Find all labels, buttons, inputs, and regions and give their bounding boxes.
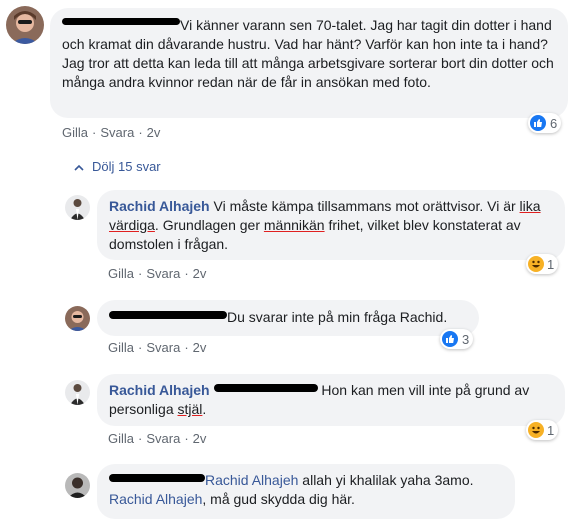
reaction-count[interactable]: 1: [526, 254, 559, 274]
haha-icon: [528, 422, 544, 438]
haha-icon: [528, 256, 544, 272]
comment-actions: Gilla · Svara · 2v: [62, 125, 161, 140]
reply-actions: Gilla · Svara · 2v: [108, 266, 207, 281]
reply-bubble: Rachid Alhajeh Vi måste kämpa tillsamman…: [97, 190, 565, 260]
chevron-up-icon: [74, 159, 84, 174]
redacted-mention: [213, 384, 318, 393]
like-button[interactable]: Gilla: [108, 431, 134, 446]
avatar[interactable]: [65, 380, 90, 405]
reaction-count[interactable]: 3: [440, 329, 474, 349]
reply-button[interactable]: Svara: [100, 125, 134, 140]
reply-button[interactable]: Svara: [146, 266, 180, 281]
author-name[interactable]: Rachid Alhajeh: [109, 198, 210, 214]
like-button[interactable]: Gilla: [108, 340, 134, 355]
avatar[interactable]: [6, 6, 44, 44]
like-button[interactable]: Gilla: [108, 266, 134, 281]
redacted-author-name: [109, 474, 205, 483]
reply-bubble: Rachid Alhajeh Hon kan men vill inte på …: [97, 374, 565, 426]
reply-bubble: Rachid Alhajeh allah yi khalilak yaha 3a…: [97, 464, 515, 519]
like-icon: [530, 115, 546, 131]
reply-actions: Gilla · Svara · 2v: [108, 340, 207, 355]
reaction-count[interactable]: 6: [528, 113, 562, 133]
reply-bubble: Du svarar inte på min fråga Rachid.: [97, 300, 479, 336]
reply-text: Du svarar inte på min fråga Rachid.: [227, 309, 448, 325]
author-name[interactable]: Rachid Alhajeh: [109, 382, 210, 398]
mention-link[interactable]: Rachid Alhajeh: [109, 491, 202, 507]
timestamp[interactable]: 2v: [193, 266, 207, 281]
avatar[interactable]: [65, 473, 90, 498]
reply-button[interactable]: Svara: [146, 340, 180, 355]
redacted-author-name: [109, 311, 227, 320]
mention-link[interactable]: Rachid Alhajeh: [205, 472, 298, 488]
timestamp[interactable]: 2v: [147, 125, 161, 140]
reaction-count[interactable]: 1: [526, 420, 559, 440]
comment-bubble: Vi känner varann sen 70-talet. Jag har t…: [50, 8, 568, 118]
redacted-author-name: [62, 17, 180, 25]
timestamp[interactable]: 2v: [193, 431, 207, 446]
avatar[interactable]: [65, 306, 90, 331]
reply-button[interactable]: Svara: [146, 431, 180, 446]
reply-actions: Gilla · Svara · 2v: [108, 431, 207, 446]
comment-text: Vi känner varann sen 70-talet. Jag har t…: [62, 17, 554, 90]
avatar[interactable]: [65, 195, 90, 220]
like-icon: [442, 331, 458, 347]
hide-replies-toggle[interactable]: Dölj 15 svar: [74, 159, 161, 174]
timestamp[interactable]: 2v: [193, 340, 207, 355]
like-button[interactable]: Gilla: [62, 125, 88, 140]
